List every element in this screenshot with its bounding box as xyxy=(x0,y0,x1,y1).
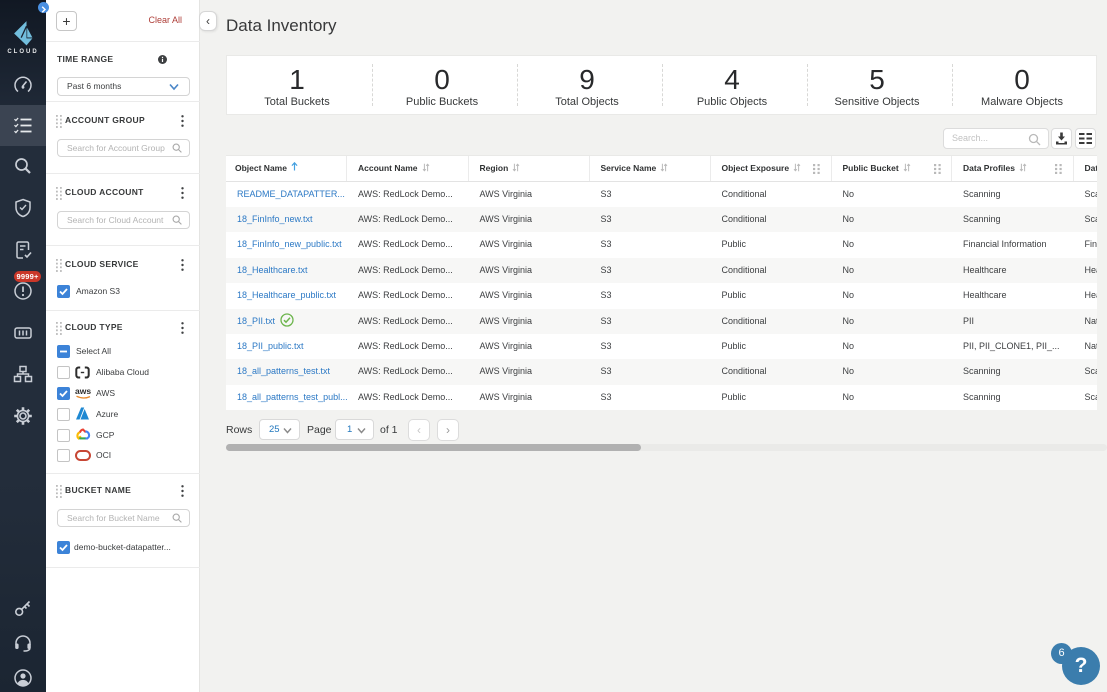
svg-text:aws: aws xyxy=(75,386,91,396)
